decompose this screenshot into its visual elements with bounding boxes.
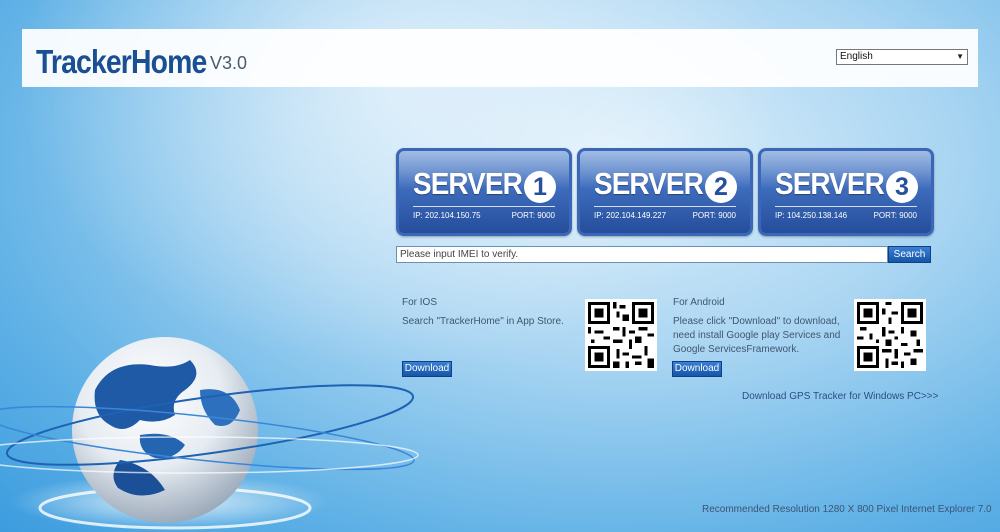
windows-pc-download-link[interactable]: Download GPS Tracker for Windows PC>>> xyxy=(742,391,938,402)
android-instructions-line2: need install Google play Services and xyxy=(673,330,841,341)
server-title: SERVER xyxy=(594,166,704,201)
header-bar: TrackerHome V3.0 English ▼ xyxy=(22,29,978,87)
ios-download-button[interactable]: Download xyxy=(402,361,452,377)
android-download-button[interactable]: Download xyxy=(672,361,722,377)
imei-input[interactable] xyxy=(396,246,888,263)
server-1-button[interactable]: SERVER 1 IP: 202.104.150.75 PORT: 9000 xyxy=(396,148,572,236)
server-divider xyxy=(775,206,917,207)
ios-instructions: Search "TrackerHome" in App Store. xyxy=(402,316,564,327)
android-instructions-line3: Google ServicesFramework. xyxy=(673,344,800,355)
server-2-button[interactable]: SERVER 2 IP: 202.104.149.227 PORT: 9000 xyxy=(577,148,753,236)
footer-recommendation: Recommended Resolution 1280 X 800 Pixel … xyxy=(702,504,992,515)
globe-illustration xyxy=(0,330,430,532)
server-number-badge: 2 xyxy=(705,171,737,203)
server-ip: IP: 202.104.150.75 xyxy=(413,211,481,220)
logo-version: V3.0 xyxy=(210,53,248,73)
server-3-button[interactable]: SERVER 3 IP: 104.250.138.146 PORT: 9000 xyxy=(758,148,934,236)
server-number-badge: 3 xyxy=(886,171,918,203)
dropdown-arrow-icon: ▼ xyxy=(956,52,964,61)
server-ip: IP: 202.104.149.227 xyxy=(594,211,667,220)
server-port: PORT: 9000 xyxy=(873,211,917,220)
server-title: SERVER xyxy=(413,166,523,201)
android-heading: For Android xyxy=(673,297,725,308)
ios-qr-code xyxy=(585,299,657,371)
server-number-badge: 1 xyxy=(524,171,556,203)
android-instructions-line1: Please click "Download" to download, xyxy=(673,316,840,327)
language-selected-value: English xyxy=(840,51,873,62)
server-ip: IP: 104.250.138.146 xyxy=(775,211,848,220)
server-port: PORT: 9000 xyxy=(511,211,555,220)
ios-heading: For IOS xyxy=(402,297,438,308)
server-title: SERVER xyxy=(775,166,885,201)
server-port: PORT: 9000 xyxy=(692,211,736,220)
logo-title: TrackerHome xyxy=(36,43,207,80)
android-qr-code xyxy=(854,299,926,371)
server-divider xyxy=(413,206,555,207)
language-select[interactable]: English ▼ xyxy=(836,49,968,65)
search-button[interactable]: Search xyxy=(888,246,931,263)
server-divider xyxy=(594,206,736,207)
